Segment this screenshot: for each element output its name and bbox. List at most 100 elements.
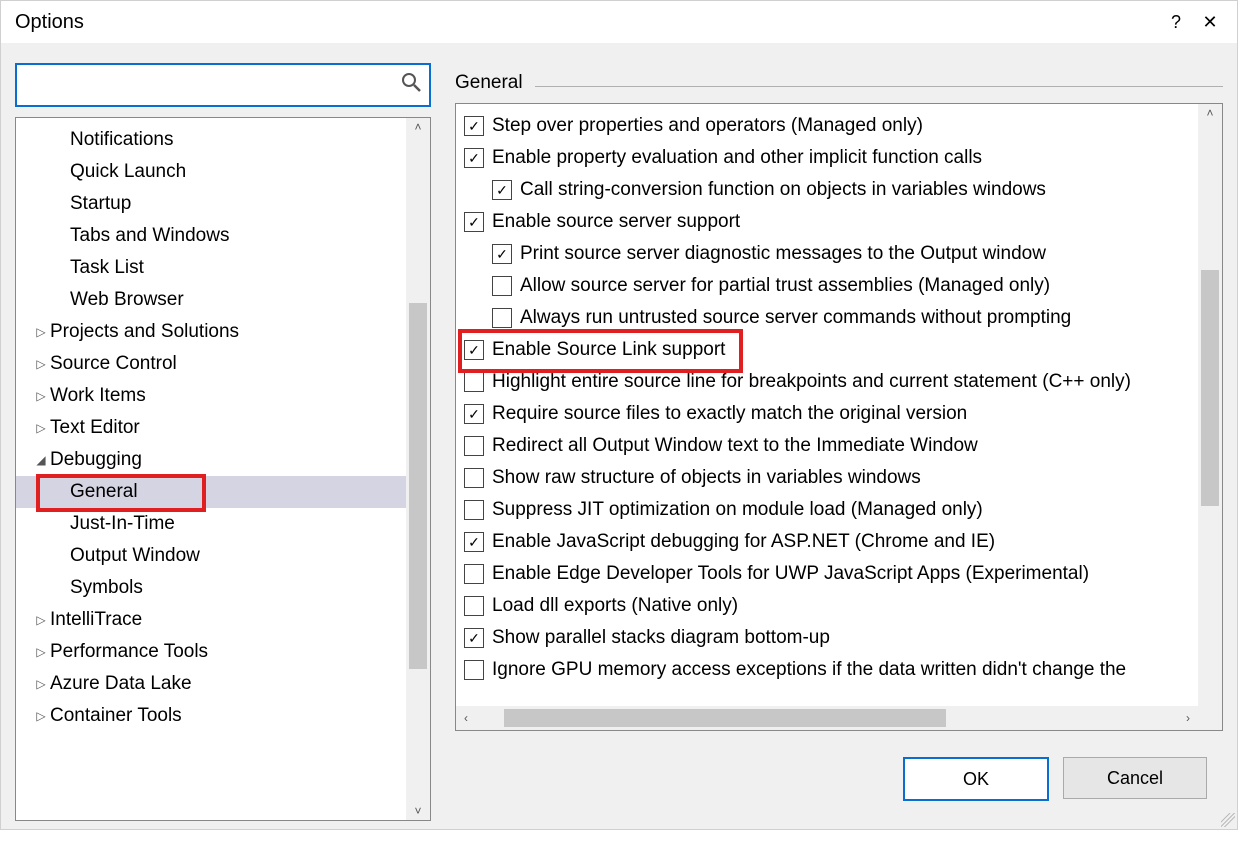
tree-item-task-list[interactable]: Task List xyxy=(16,252,406,284)
tree-item-label: General xyxy=(70,481,138,503)
twisty-expanded-icon: ◢ xyxy=(34,453,48,467)
tree-item-startup[interactable]: Startup xyxy=(16,188,406,220)
option-label: Redirect all Output Window text to the I… xyxy=(492,435,978,457)
tree-item-label: IntelliTrace xyxy=(50,609,142,631)
tree-item-label: Notifications xyxy=(70,129,174,151)
twisty-collapsed-icon: ▷ xyxy=(34,645,48,659)
scroll-left-icon[interactable]: ‹ xyxy=(456,711,476,725)
hscroll-track[interactable] xyxy=(476,706,1178,730)
titlebar: Options ? ✕ xyxy=(1,1,1237,43)
scroll-up-icon[interactable]: ˄ xyxy=(1198,104,1222,122)
left-panel: Notifications Quick LaunchStartup Tabs and… xyxy=(15,63,431,821)
option-label: Always run untrusted source server comma… xyxy=(520,307,1071,329)
resize-grip[interactable] xyxy=(1221,813,1235,827)
tree-item-performance-tools[interactable]: ▷Performance Tools xyxy=(16,636,406,668)
option-row: Enable Edge Developer Tools for UWP Java… xyxy=(464,558,1190,590)
tree-item-work-items[interactable]: ▷Work Items xyxy=(16,380,406,412)
tree-item-tabs-and-windows[interactable]: Tabs and Windows xyxy=(16,220,406,252)
dialog-title: Options xyxy=(15,11,1159,34)
close-icon: ✕ xyxy=(1202,12,1217,33)
option-label: Suppress JIT optimization on module load… xyxy=(492,499,983,521)
tree-item-label: Tabs and Windows xyxy=(70,225,229,247)
scroll-down-icon[interactable]: ˅ xyxy=(406,802,430,820)
tree-scrollbar[interactable]: ˄ ˅ xyxy=(406,118,430,820)
tree-item-just-in-time[interactable]: Just-In-Time xyxy=(16,508,406,540)
scroll-thumb[interactable] xyxy=(1201,270,1219,506)
category-tree: Notifications Quick LaunchStartup Tabs and… xyxy=(15,117,431,821)
option-row: ✓Print source server diagnostic messages… xyxy=(464,238,1190,270)
twisty-collapsed-icon: ▷ xyxy=(34,357,48,371)
tree-item-notifications[interactable]: Notifications xyxy=(16,124,406,156)
checkbox[interactable]: ✓ xyxy=(492,180,512,200)
tree-item-projects-and-solutions[interactable]: ▷Projects and Solutions xyxy=(16,316,406,348)
tree-item-intellitrace[interactable]: ▷IntelliTrace xyxy=(16,604,406,636)
scroll-right-icon[interactable]: › xyxy=(1178,711,1198,725)
option-label: Ignore GPU memory access exceptions if t… xyxy=(492,659,1126,681)
checkbox[interactable]: ✓ xyxy=(464,628,484,648)
checkbox[interactable]: ✓ xyxy=(464,116,484,136)
checkbox[interactable] xyxy=(464,436,484,456)
options-list: ✓Step over properties and operators (Man… xyxy=(456,104,1198,706)
option-label: Require source files to exactly match th… xyxy=(492,403,967,425)
tree-item-label: Debugging xyxy=(50,449,142,471)
checkbox[interactable] xyxy=(492,276,512,296)
section-divider xyxy=(535,86,1223,87)
close-button[interactable]: ✕ xyxy=(1193,5,1227,39)
tree-item-label: Output Window xyxy=(70,545,200,567)
option-label: Enable JavaScript debugging for ASP.NET … xyxy=(492,531,995,553)
option-label: Highlight entire source line for breakpo… xyxy=(492,371,1131,393)
scroll-up-icon[interactable]: ˄ xyxy=(406,118,430,136)
tree-item-label: Container Tools xyxy=(50,705,182,727)
dialog-body: Notifications Quick LaunchStartup Tabs and… xyxy=(1,43,1237,829)
tree-item-symbols[interactable]: Symbols xyxy=(16,572,406,604)
tree-item-debugging[interactable]: ◢Debugging xyxy=(16,444,406,476)
twisty-collapsed-icon: ▷ xyxy=(34,677,48,691)
help-button[interactable]: ? xyxy=(1159,5,1193,39)
option-row: Show raw structure of objects in variabl… xyxy=(464,462,1190,494)
checkbox[interactable]: ✓ xyxy=(492,244,512,264)
checkbox[interactable] xyxy=(464,660,484,680)
option-label: Enable Source Link support xyxy=(492,339,725,361)
checkbox[interactable] xyxy=(464,468,484,488)
search-box[interactable] xyxy=(15,63,431,107)
option-label: Call string-conversion function on objec… xyxy=(520,179,1046,201)
option-label: Allow source server for partial trust as… xyxy=(520,275,1050,297)
option-row: Load dll exports (Native only) xyxy=(464,590,1190,622)
option-row: ✓ Enable Source Link support xyxy=(464,334,1190,366)
checkbox[interactable] xyxy=(464,500,484,520)
tree-item-text-editor[interactable]: ▷Text Editor xyxy=(16,412,406,444)
buttons-row: OK Cancel xyxy=(455,731,1223,821)
options-hscrollbar[interactable]: ‹ › xyxy=(456,706,1198,730)
option-label: Show parallel stacks diagram bottom-up xyxy=(492,627,830,649)
scroll-track[interactable] xyxy=(406,136,430,802)
options-vscrollbar[interactable]: ˄ ˅ xyxy=(1198,104,1222,730)
hscroll-thumb[interactable] xyxy=(504,709,946,727)
tree-item-web-browser[interactable]: Web Browser xyxy=(16,284,406,316)
tree-list: Notifications Quick LaunchStartup Tabs and… xyxy=(16,118,406,820)
tree-item-general[interactable]: General xyxy=(16,476,406,508)
ok-button[interactable]: OK xyxy=(903,757,1049,801)
option-row: ✓ Show parallel stacks diagram bottom-up xyxy=(464,622,1190,654)
scroll-thumb[interactable] xyxy=(409,303,427,669)
checkbox[interactable]: ✓ xyxy=(464,404,484,424)
checkbox[interactable] xyxy=(464,596,484,616)
tree-item-azure-data-lake[interactable]: ▷Azure Data Lake xyxy=(16,668,406,700)
checkbox[interactable] xyxy=(492,308,512,328)
search-input[interactable] xyxy=(25,68,401,102)
checkbox[interactable]: ✓ xyxy=(464,340,484,360)
tree-item-output-window[interactable]: Output Window xyxy=(16,540,406,572)
option-label: Enable property evaluation and other imp… xyxy=(492,147,982,169)
scroll-track[interactable] xyxy=(1198,122,1222,712)
checkbox[interactable] xyxy=(464,372,484,392)
cancel-button[interactable]: Cancel xyxy=(1063,757,1207,799)
checkbox[interactable]: ✓ xyxy=(464,212,484,232)
tree-item-source-control[interactable]: ▷Source Control xyxy=(16,348,406,380)
checkbox[interactable] xyxy=(464,564,484,584)
ok-button-label: OK xyxy=(963,769,989,790)
checkbox[interactable]: ✓ xyxy=(464,148,484,168)
option-label: Enable Edge Developer Tools for UWP Java… xyxy=(492,563,1089,585)
tree-item-quick-launch[interactable]: Quick Launch xyxy=(16,156,406,188)
tree-item-container-tools[interactable]: ▷Container Tools xyxy=(16,700,406,732)
option-row: ✓ Enable property evaluation and other im… xyxy=(464,142,1190,174)
checkbox[interactable]: ✓ xyxy=(464,532,484,552)
